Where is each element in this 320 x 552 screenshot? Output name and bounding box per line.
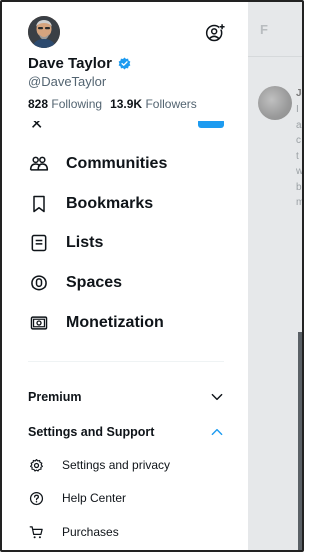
profile-name-row[interactable]: Dave Taylor: [28, 55, 131, 72]
post-text-line: t: [296, 150, 299, 162]
gear-icon: [28, 457, 44, 473]
communities-icon: [28, 153, 50, 175]
help-center-link[interactable]: Help Center: [28, 487, 126, 509]
settings-support-section-toggle[interactable]: Settings and Support: [28, 420, 224, 444]
user-handle: @DaveTaylor: [28, 74, 107, 89]
help-circle-icon: [28, 490, 44, 506]
post-text-line: w: [296, 166, 304, 177]
sub-item-label: Help Center: [62, 491, 127, 505]
bookmark-icon: [28, 193, 50, 215]
post-text-line: m: [296, 197, 304, 208]
purchases-link[interactable]: Purchases: [28, 521, 119, 543]
add-user-icon: [205, 23, 225, 42]
premium-label: Premium: [28, 390, 82, 404]
chevron-up-icon: [211, 428, 223, 436]
monetization-icon: [28, 312, 50, 334]
followers-label: Followers: [145, 97, 197, 111]
menu-item-bookmarks[interactable]: Bookmarks: [4, 184, 248, 224]
post-author-avatar: [258, 86, 292, 120]
menu-item-label: Monetization: [66, 314, 164, 332]
post-text: I a c t w b m: [296, 102, 304, 211]
followers-count: 13.9K: [110, 97, 143, 111]
navigation-drawer: Dave Taylor @DaveTaylor 828 Following 13…: [4, 4, 248, 550]
scrollbar-thumb[interactable]: [298, 332, 302, 550]
timeline-backdrop[interactable]: F Je I a c t w b m: [248, 2, 302, 550]
drawer-menu: Communities Bookmarks Lists Spaces Monet…: [4, 144, 248, 343]
premium-section-toggle[interactable]: Premium: [28, 385, 224, 409]
menu-item-label: Lists: [66, 234, 104, 252]
clipped-item-icon: ✕: [30, 121, 44, 133]
post-text-line: c: [296, 135, 301, 146]
chevron-down-icon: [211, 393, 223, 401]
sub-item-label: Purchases: [62, 525, 119, 539]
timeline-tab-label: F: [260, 22, 268, 37]
display-name: Dave Taylor: [28, 55, 112, 72]
avatar-photo: [28, 16, 60, 48]
menu-item-spaces[interactable]: Spaces: [4, 263, 248, 303]
settings-support-label: Settings and Support: [28, 425, 155, 439]
clipped-item-badge: [198, 121, 224, 128]
post-text-line: b: [296, 181, 302, 193]
lists-icon: [28, 232, 50, 254]
menu-item-label: Bookmarks: [66, 194, 154, 212]
menu-item-label: Spaces: [66, 274, 123, 292]
post-author-name: Je: [296, 88, 302, 99]
sub-item-label: Settings and privacy: [62, 458, 171, 472]
post-text-line: I: [296, 104, 299, 115]
following-count: 828: [28, 97, 49, 111]
following-link[interactable]: 828 Following: [28, 97, 102, 111]
timeline-tab-strip: F: [248, 2, 302, 57]
clipped-menu-item[interactable]: ✕: [28, 121, 248, 133]
timeline-post: Je I a c t w b m: [248, 76, 302, 208]
menu-item-lists[interactable]: Lists: [4, 224, 248, 264]
menu-item-label: Communities: [66, 154, 168, 172]
add-account-button[interactable]: [203, 21, 227, 45]
cart-icon: [28, 524, 44, 540]
spaces-icon: [28, 272, 50, 294]
follow-stats: 828 Following 13.9K Followers: [28, 97, 197, 111]
menu-item-monetization[interactable]: Monetization: [4, 303, 248, 343]
verified-badge-icon: [118, 57, 131, 70]
avatar[interactable]: [28, 16, 60, 48]
post-text-line: a: [296, 119, 302, 131]
menu-item-communities[interactable]: Communities: [4, 144, 248, 184]
settings-and-privacy-link[interactable]: Settings and privacy: [28, 454, 170, 476]
screenshot-frame: F Je I a c t w b m: [0, 0, 304, 552]
divider: [28, 361, 224, 362]
followers-link[interactable]: 13.9K Followers: [110, 97, 197, 111]
following-label: Following: [51, 97, 103, 111]
